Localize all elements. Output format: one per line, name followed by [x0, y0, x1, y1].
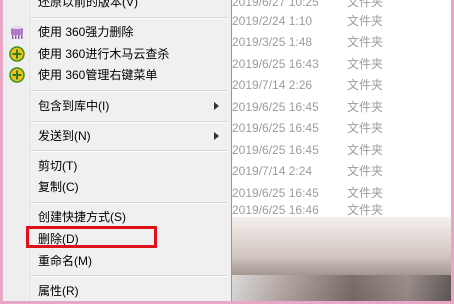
menu-item-360-force-delete[interactable]: 使用 360强力删除	[0, 21, 231, 43]
file-date: 2019/2/24 1:10	[232, 14, 313, 28]
360-plus-icon	[9, 67, 25, 83]
menu-item-include-in-library[interactable]: 包含到库中(I)	[0, 95, 231, 117]
file-type: 文件夹	[347, 143, 384, 157]
menu-item-copy[interactable]: 复制(C)	[0, 176, 231, 198]
menu-item-label: 重命名(M)	[38, 254, 92, 268]
file-date: 2019/7/14 2:26	[232, 78, 313, 92]
menu-item-label: 使用 360管理右键菜单	[38, 68, 158, 82]
menu-item-label: 还原以前的版本(V)	[38, 0, 138, 9]
file-type: 文件夹	[347, 78, 384, 92]
menu-separator	[31, 121, 227, 123]
menu-item-rename[interactable]: 重命名(M)	[0, 250, 231, 272]
file-date: 2019/6/25 16:45	[232, 100, 319, 114]
menu-item-label: 发送到(N)	[38, 129, 91, 143]
delete-highlight-box	[26, 226, 157, 248]
file-row[interactable]: 2019/7/14 2:24 文件夹	[232, 160, 422, 182]
menu-separator	[31, 17, 227, 19]
file-date: 2019/6/25 16:43	[232, 57, 319, 71]
submenu-arrow-icon	[214, 132, 219, 140]
file-type: 文件夹	[347, 100, 384, 114]
file-type: 文件夹	[347, 121, 384, 135]
file-date: 2019/7/14 2:24	[232, 164, 313, 178]
menu-item-label: 剪切(T)	[38, 159, 78, 173]
file-date: 2019/6/25 16:45	[232, 121, 319, 135]
file-type: 文件夹	[347, 57, 384, 71]
menu-item-create-shortcut[interactable]: 创建快捷方式(S)	[0, 206, 231, 228]
file-date: 2019/3/25 1:48	[232, 35, 313, 49]
menu-item-label: 包含到库中(I)	[38, 99, 110, 113]
menu-separator	[31, 202, 227, 204]
menu-item-360-trojan-scan[interactable]: 使用 360进行木马云查杀	[0, 43, 231, 65]
file-type: 文件夹	[347, 35, 384, 49]
wallpaper-streak	[232, 275, 451, 301]
context-menu: 还原以前的版本(V) 使用 360强力删除 使用 360进行木马云查杀 使用 3…	[0, 0, 232, 304]
file-row[interactable]: 2019/3/25 1:48 文件夹	[232, 31, 422, 53]
desktop-wallpaper	[232, 217, 451, 304]
menu-item-properties[interactable]: 属性(R)	[0, 280, 231, 302]
file-row[interactable]: 2019/7/14 2:26 文件夹	[232, 74, 422, 96]
file-row[interactable]: 2019/6/25 16:45 文件夹	[232, 96, 422, 118]
file-row[interactable]: 2019/6/25 16:45 文件夹	[232, 139, 422, 161]
menu-separator	[31, 150, 227, 152]
menu-item-label: 使用 360进行木马云查杀	[38, 47, 170, 61]
menu-item-360-manage-rightclick[interactable]: 使用 360管理右键菜单	[0, 64, 231, 86]
file-type: 文件夹	[347, 164, 384, 178]
menu-item-label: 创建快捷方式(S)	[38, 210, 126, 224]
360-plus-icon	[9, 46, 25, 62]
file-date: 2019/6/25 16:45	[232, 143, 319, 157]
submenu-arrow-icon	[214, 102, 219, 110]
menu-item-label: 复制(C)	[38, 180, 79, 194]
file-type: 文件夹	[347, 14, 384, 28]
menu-item-cut[interactable]: 剪切(T)	[0, 155, 231, 177]
file-row[interactable]: 2019/2/24 1:10 文件夹	[232, 10, 422, 32]
menu-item-send-to[interactable]: 发送到(N)	[0, 125, 231, 147]
menu-item-label: 使用 360强力删除	[38, 25, 134, 39]
menu-item-restore-previous[interactable]: 还原以前的版本(V)	[0, 0, 231, 13]
menu-separator	[31, 90, 227, 92]
menu-item-label: 属性(R)	[38, 284, 79, 298]
menu-separator	[31, 275, 227, 277]
shredder-icon	[9, 24, 25, 40]
file-row[interactable]: 2019/6/25 16:43 文件夹	[232, 53, 422, 75]
file-row[interactable]: 2019/6/25 16:45 文件夹	[232, 117, 422, 139]
